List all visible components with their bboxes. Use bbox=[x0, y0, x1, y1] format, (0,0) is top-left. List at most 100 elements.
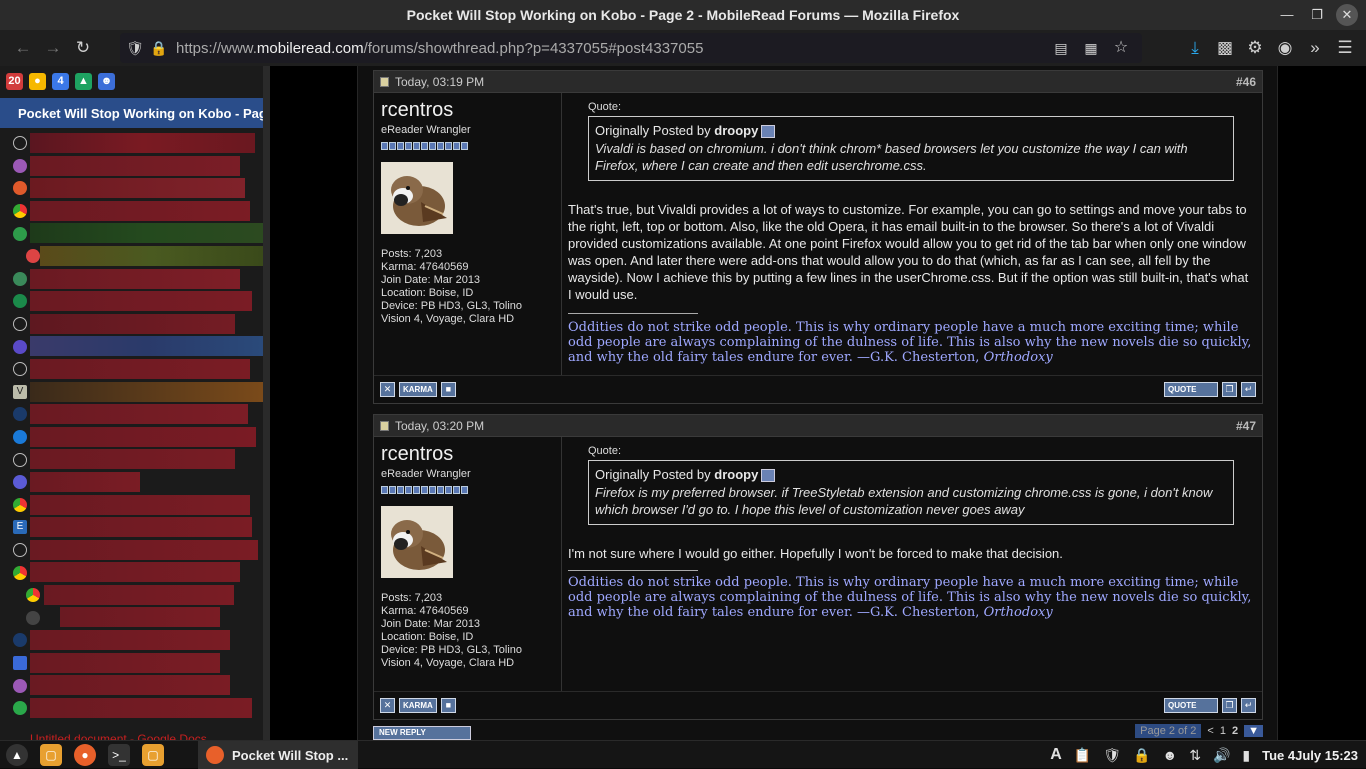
maximize-icon[interactable]: ❐ bbox=[1306, 4, 1328, 26]
keep-icon[interactable]: ● bbox=[29, 72, 46, 90]
avatar[interactable] bbox=[381, 162, 453, 234]
shield-icon[interactable]: 🛡 bbox=[1103, 747, 1121, 764]
shield-icon[interactable]: 🛡 bbox=[120, 33, 150, 63]
page-menu-icon[interactable]: ▼ bbox=[1244, 725, 1263, 737]
page-prev-link[interactable]: < bbox=[1207, 725, 1213, 737]
clipboard-icon[interactable]: 📋 bbox=[1074, 747, 1091, 764]
tab-item[interactable] bbox=[0, 177, 263, 200]
url-bar[interactable]: 🛡 🔒 https://www.mobileread.com/forums/sh… bbox=[120, 33, 1142, 63]
lock-icon[interactable]: 🔒 bbox=[150, 33, 168, 63]
view-post-icon[interactable] bbox=[761, 125, 776, 139]
tab-item[interactable] bbox=[0, 494, 263, 517]
tab-item[interactable] bbox=[0, 471, 263, 494]
reload-icon[interactable]: ↻ bbox=[68, 33, 98, 63]
quote-button[interactable]: QUOTE bbox=[1164, 698, 1218, 713]
tab-item[interactable] bbox=[0, 584, 263, 607]
battery-icon[interactable]: ▮ bbox=[1242, 747, 1250, 764]
lock-icon[interactable]: 🔒 bbox=[1133, 747, 1150, 764]
view-post-icon[interactable] bbox=[761, 469, 776, 483]
post-number-link[interactable]: #46 bbox=[1236, 75, 1256, 89]
post-number-link[interactable]: #47 bbox=[1236, 419, 1256, 433]
start-menu-icon[interactable]: ▲ bbox=[6, 743, 28, 766]
extensions-grid-icon[interactable]: ▩ bbox=[1210, 33, 1240, 63]
grid-icon[interactable]: ▦ bbox=[1076, 33, 1106, 63]
tab-item[interactable] bbox=[0, 697, 263, 720]
quote-button[interactable]: QUOTE bbox=[1164, 382, 1218, 397]
tab-item[interactable] bbox=[0, 155, 263, 178]
tab-item[interactable] bbox=[0, 358, 263, 381]
firefox-icon[interactable]: ● bbox=[74, 743, 96, 766]
username-link[interactable]: rcentros bbox=[381, 99, 554, 122]
tab-item[interactable] bbox=[0, 222, 263, 245]
overflow-icon[interactable]: » bbox=[1300, 33, 1330, 63]
bookmark-star-icon[interactable]: ☆ bbox=[1106, 33, 1136, 63]
tab-item[interactable]: E bbox=[0, 516, 263, 539]
tab-item[interactable] bbox=[0, 652, 263, 675]
tab-item[interactable] bbox=[0, 403, 263, 426]
tab-item[interactable] bbox=[0, 539, 263, 562]
page-1-link[interactable]: 1 bbox=[1220, 725, 1226, 737]
terminal-icon[interactable]: >_ bbox=[108, 743, 130, 766]
tab-item[interactable] bbox=[0, 245, 263, 268]
volume-icon[interactable]: 🔊 bbox=[1213, 747, 1230, 764]
user-location: Location: Boise, ID bbox=[381, 287, 474, 299]
files-icon[interactable]: ▢ bbox=[40, 743, 62, 766]
google-icon bbox=[13, 226, 27, 241]
url-text[interactable]: https://www.mobileread.com/forums/showth… bbox=[176, 40, 703, 57]
tab-item[interactable] bbox=[0, 268, 263, 291]
calendar-4-icon[interactable]: 4 bbox=[52, 72, 69, 90]
tab-item[interactable] bbox=[0, 426, 263, 449]
signature-divider bbox=[568, 313, 698, 315]
network-icon[interactable]: ⇅ bbox=[1189, 747, 1201, 764]
drive-icon[interactable]: ▲ bbox=[75, 72, 92, 90]
signature: Oddities do not strike odd people. This … bbox=[568, 575, 1254, 620]
quick-reply-icon[interactable]: ↵ bbox=[1241, 382, 1256, 397]
clock[interactable]: Tue 4July 15:23 bbox=[1262, 748, 1358, 763]
quick-reply-icon[interactable]: ↵ bbox=[1241, 698, 1256, 713]
tab-active[interactable]: Pocket Will Stop Working on Kobo - Pag bbox=[0, 98, 263, 128]
username-link[interactable]: rcentros bbox=[381, 443, 554, 466]
back-icon[interactable]: ← bbox=[8, 33, 38, 63]
report-icon[interactable]: ✕ bbox=[380, 382, 395, 397]
tab-item[interactable] bbox=[0, 629, 263, 652]
sidebar-splitter[interactable] bbox=[263, 66, 270, 740]
user-location: Location: Boise, ID bbox=[381, 631, 474, 643]
report-icon[interactable]: ✕ bbox=[380, 698, 395, 713]
profile-icon[interactable]: ■ bbox=[440, 382, 456, 397]
contacts-icon[interactable]: ☻ bbox=[98, 72, 115, 90]
tab-item[interactable] bbox=[0, 132, 263, 155]
tab-item[interactable] bbox=[0, 290, 263, 313]
profile-icon[interactable]: ■ bbox=[440, 698, 456, 713]
avatar[interactable] bbox=[381, 506, 453, 578]
account-icon[interactable]: ◉ bbox=[1270, 33, 1300, 63]
taskbar-firefox-window[interactable]: Pocket Will Stop ... bbox=[198, 741, 358, 769]
tab-item[interactable] bbox=[0, 200, 263, 223]
forward-icon[interactable]: → bbox=[38, 33, 68, 63]
proton-icon bbox=[13, 339, 27, 354]
post-message: Quote: Originally Posted by droopy Firef… bbox=[562, 437, 1262, 691]
new-reply-button[interactable]: NEW REPLY bbox=[373, 726, 471, 740]
multiquote-icon[interactable]: ❐ bbox=[1222, 698, 1237, 713]
multiquote-icon[interactable]: ❐ bbox=[1222, 382, 1237, 397]
karma-button[interactable]: KARMA bbox=[399, 698, 437, 713]
puzzle-icon[interactable]: ⚙ bbox=[1240, 33, 1270, 63]
tab-item[interactable] bbox=[0, 313, 263, 336]
font-icon[interactable]: A bbox=[1050, 746, 1062, 764]
menu-icon[interactable]: ☰ bbox=[1330, 33, 1360, 63]
tab-item[interactable] bbox=[0, 448, 263, 471]
tab-item[interactable] bbox=[0, 606, 263, 629]
tab-item[interactable] bbox=[0, 561, 263, 584]
folder-icon[interactable]: ▢ bbox=[142, 743, 164, 766]
tab-item[interactable] bbox=[0, 335, 263, 358]
minimize-icon[interactable]: — bbox=[1276, 4, 1298, 26]
reader-view-icon[interactable]: ▤ bbox=[1046, 33, 1076, 63]
tab-item[interactable] bbox=[0, 674, 263, 697]
quote-label: Quote: bbox=[588, 101, 622, 113]
download-icon[interactable]: ⤓ bbox=[1180, 33, 1210, 63]
karma-button[interactable]: KARMA bbox=[399, 382, 437, 397]
close-icon[interactable]: ✕ bbox=[1336, 4, 1358, 26]
v-icon: V bbox=[13, 384, 27, 399]
tab-item[interactable]: V bbox=[0, 381, 263, 404]
calendar-icon[interactable]: 20 bbox=[6, 72, 23, 90]
user-icon[interactable]: ☻ bbox=[1163, 747, 1178, 763]
